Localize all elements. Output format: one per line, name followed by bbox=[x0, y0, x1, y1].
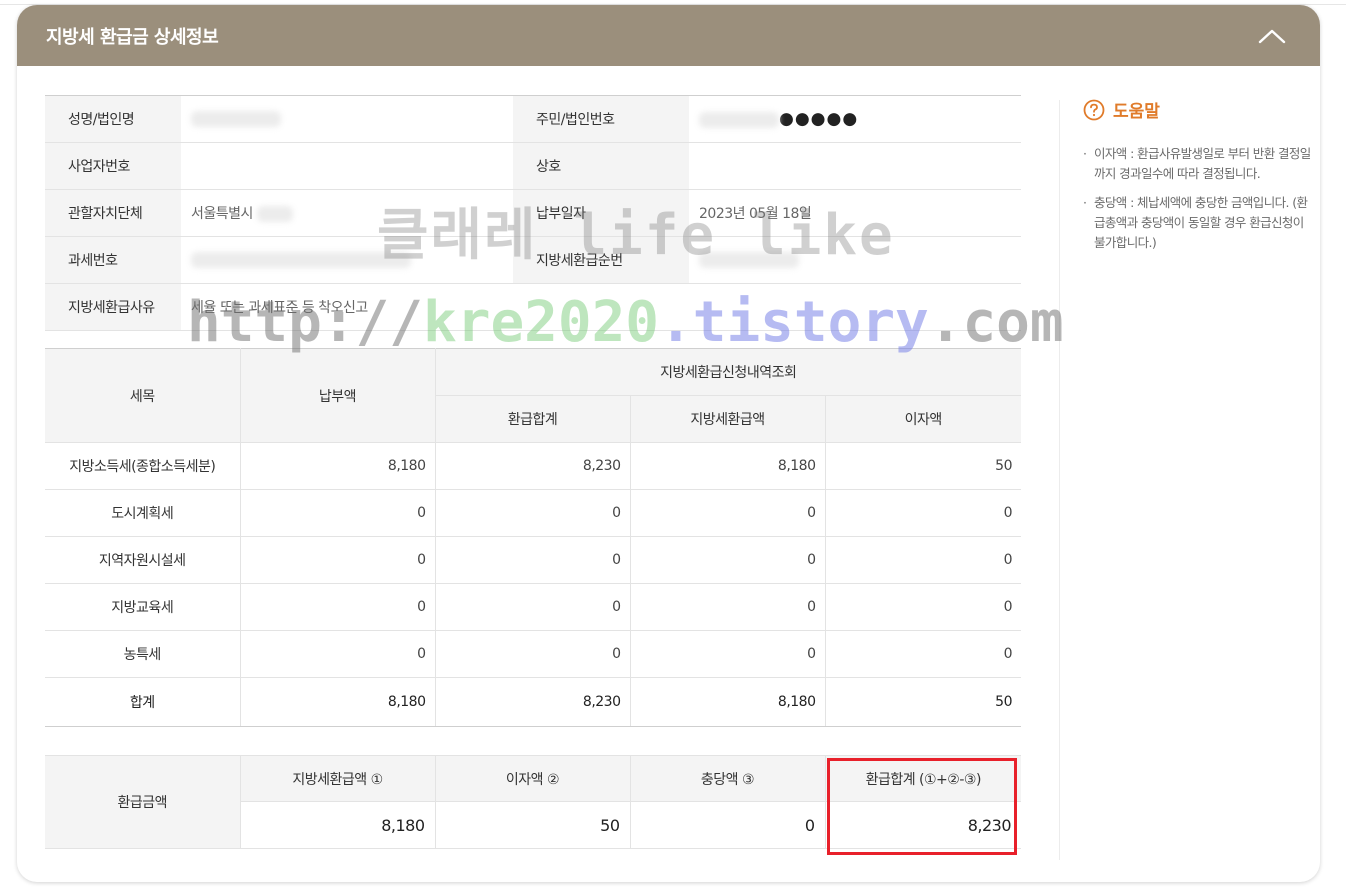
taxno-value bbox=[181, 236, 513, 284]
name-value bbox=[181, 95, 513, 143]
name-label: 성명/법인명 bbox=[45, 95, 181, 143]
collapse-button[interactable] bbox=[1252, 16, 1292, 56]
paydate-label: 납부일자 bbox=[513, 189, 689, 237]
row-refund-total: 0 bbox=[434, 630, 631, 678]
row-refund-local: 0 bbox=[629, 583, 826, 631]
id-masked: ●●●●● bbox=[779, 109, 859, 129]
refund-interest-header: 이자액 ② bbox=[434, 755, 631, 802]
row-interest: 0 bbox=[824, 630, 1021, 678]
row-refund-total: 0 bbox=[434, 489, 631, 537]
refund-amount-table: 환급금액 지방세환급액 ① 이자액 ② 충당액 ③ 환급합계 (①+②-③) 8… bbox=[45, 755, 1021, 849]
paydate-value: 2023년 05월 18일 bbox=[689, 189, 1021, 237]
refund-total-value: 8,230 bbox=[824, 801, 1021, 849]
row-refund-local: 0 bbox=[629, 489, 826, 537]
table-row: 도시계획세 0 0 0 0 bbox=[45, 489, 1021, 537]
chevron-up-icon bbox=[1258, 29, 1286, 43]
refund-offset-value: 0 bbox=[629, 801, 826, 849]
row-paid: 0 bbox=[239, 630, 436, 678]
help-title: 도움말 bbox=[1083, 97, 1315, 122]
col-refund-local-header: 지방세환급액 bbox=[629, 395, 826, 443]
row-refund-total: 0 bbox=[434, 536, 631, 584]
table-header-row: 세목 납부액 지방세환급신청내역조회 bbox=[45, 348, 1021, 443]
table-row: 사업자번호 상호 bbox=[45, 142, 1021, 190]
reason-label: 지방세환급사유 bbox=[45, 283, 181, 331]
refund-detail-table: 세목 납부액 지방세환급신청내역조회 환급합계 지방세환급액 이자액 지방소득세… bbox=[45, 348, 1021, 727]
help-item: 충당액 : 체납세액에 충당한 금액입니다. (환급총액과 충당액이 동일할 경… bbox=[1083, 193, 1315, 253]
refund-total-header: 환급합계 (①+②-③) bbox=[824, 755, 1021, 802]
table-row: 지방세환급사유 세율 또는 과세표준 등 착오신고 bbox=[45, 283, 1021, 331]
refund-local-header: 지방세환급액 ① bbox=[239, 755, 436, 802]
table-row: 지방교육세 0 0 0 0 bbox=[45, 583, 1021, 631]
row-item: 지방소득세(종합소득세분) bbox=[45, 442, 241, 490]
row-item: 농특세 bbox=[45, 630, 241, 678]
id-value: ●●●●● bbox=[689, 95, 1021, 143]
bizno-value bbox=[181, 142, 513, 190]
row-paid: 0 bbox=[239, 489, 436, 537]
total-item: 합계 bbox=[45, 677, 241, 727]
total-row: 합계 8,180 8,230 8,180 50 bbox=[45, 677, 1021, 727]
seq-label: 지방세환급순번 bbox=[513, 236, 689, 284]
row-refund-total: 0 bbox=[434, 583, 631, 631]
col-item-header: 세목 bbox=[45, 348, 241, 443]
panel-header[interactable]: 지방세 환급금 상세정보 bbox=[17, 5, 1320, 66]
trade-label: 상호 bbox=[513, 142, 689, 190]
row-interest: 0 bbox=[824, 536, 1021, 584]
bizno-label: 사업자번호 bbox=[45, 142, 181, 190]
panel-title: 지방세 환급금 상세정보 bbox=[46, 26, 219, 48]
help-divider bbox=[1059, 100, 1060, 860]
row-item: 도시계획세 bbox=[45, 489, 241, 537]
row-paid: 0 bbox=[239, 536, 436, 584]
taxpayer-info-table: 성명/법인명 주민/법인번호 ●●●●● 사업자번호 상호 관할자치단체 서울특… bbox=[45, 95, 1021, 331]
row-interest: 0 bbox=[824, 583, 1021, 631]
row-item: 지역자원시설세 bbox=[45, 536, 241, 584]
row-item: 지방교육세 bbox=[45, 583, 241, 631]
refund-interest-value: 50 bbox=[434, 801, 631, 849]
row-interest: 0 bbox=[824, 489, 1021, 537]
row-interest: 50 bbox=[824, 442, 1021, 490]
refund-detail-panel: 지방세 환급금 상세정보 성명/법인명 주민/법인번호 ●●●●● 사업자번호 … bbox=[17, 5, 1320, 882]
col-refund-total-header: 환급합계 bbox=[435, 395, 631, 443]
refund-offset-header: 충당액 ③ bbox=[629, 755, 826, 802]
question-circle-icon bbox=[1083, 99, 1105, 120]
taxno-label: 과세번호 bbox=[45, 236, 181, 284]
total-refund-local: 8,180 bbox=[629, 677, 826, 727]
row-refund-local: 0 bbox=[629, 536, 826, 584]
table-row: 성명/법인명 주민/법인번호 ●●●●● bbox=[45, 95, 1021, 143]
trade-value bbox=[689, 142, 1021, 190]
refund-local-value: 8,180 bbox=[239, 801, 436, 849]
table-row: 과세번호 지방세환급순번 bbox=[45, 236, 1021, 284]
row-paid: 8,180 bbox=[239, 442, 436, 490]
total-interest: 50 bbox=[824, 677, 1021, 727]
authority-text: 서울특별시 bbox=[191, 206, 253, 222]
col-group-header: 지방세환급신청내역조회 bbox=[434, 348, 1021, 396]
authority-value: 서울특별시 bbox=[181, 189, 513, 237]
help-section: 도움말 이자액 : 환급사유발생일로 부터 반환 결정일까지 경과일수에 따라 … bbox=[1083, 97, 1315, 262]
row-refund-local: 0 bbox=[629, 630, 826, 678]
help-list: 이자액 : 환급사유발생일로 부터 반환 결정일까지 경과일수에 따라 결정됩니… bbox=[1083, 144, 1315, 253]
row-paid: 0 bbox=[239, 583, 436, 631]
reason-value: 세율 또는 과세표준 등 착오신고 bbox=[181, 283, 1021, 331]
table-row: 관할자치단체 서울특별시 납부일자 2023년 05월 18일 bbox=[45, 189, 1021, 237]
total-paid: 8,180 bbox=[239, 677, 436, 727]
table-row: 지역자원시설세 0 0 0 0 bbox=[45, 536, 1021, 584]
table-row: 지방소득세(종합소득세분) 8,180 8,230 8,180 50 bbox=[45, 442, 1021, 490]
col-paid-header: 납부액 bbox=[239, 348, 436, 443]
authority-label: 관할자치단체 bbox=[45, 189, 181, 237]
main-content: 성명/법인명 주민/법인번호 ●●●●● 사업자번호 상호 관할자치단체 서울특… bbox=[45, 95, 1021, 849]
help-title-text: 도움말 bbox=[1113, 102, 1160, 122]
row-refund-local: 8,180 bbox=[629, 442, 826, 490]
help-item: 이자액 : 환급사유발생일로 부터 반환 결정일까지 경과일수에 따라 결정됩니… bbox=[1083, 144, 1315, 184]
row-refund-total: 8,230 bbox=[434, 442, 631, 490]
seq-value bbox=[689, 236, 1021, 284]
total-refund-total: 8,230 bbox=[434, 677, 631, 727]
table-row: 농특세 0 0 0 0 bbox=[45, 630, 1021, 678]
id-label: 주민/법인번호 bbox=[513, 95, 689, 143]
table-header-row: 환급금액 지방세환급액 ① 이자액 ② 충당액 ③ 환급합계 (①+②-③) bbox=[45, 755, 1021, 849]
refund-amount-label: 환급금액 bbox=[45, 755, 241, 849]
col-interest-header: 이자액 bbox=[824, 395, 1021, 443]
